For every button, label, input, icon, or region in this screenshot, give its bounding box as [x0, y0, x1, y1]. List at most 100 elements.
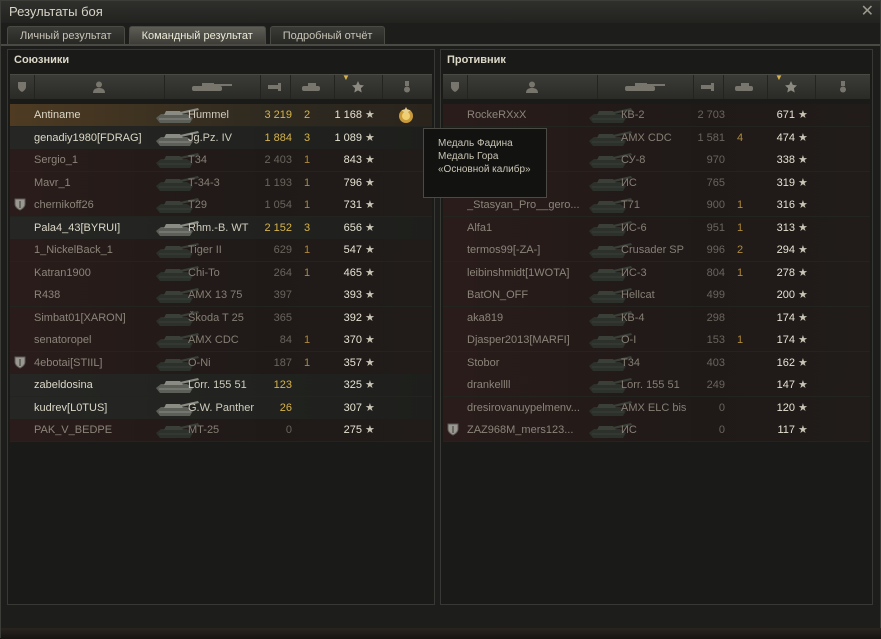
player-row[interactable]: dresirovanuypelmenv... AMX ELC bis 0 120 ★ [443, 396, 870, 420]
xp-star-icon: ★ [365, 356, 375, 369]
kills-column-header[interactable] [290, 75, 335, 99]
player-row[interactable]: PAK_V_BEDPE MT-25 0 275 ★ [10, 419, 432, 442]
player-name: RockeRXxX [467, 109, 527, 121]
tab-detailed-report[interactable]: Подробный отчёт [269, 26, 386, 45]
medal-column-header[interactable] [815, 75, 870, 99]
player-name: PAK_V_BEDPE [34, 424, 113, 436]
xp-value: 1 168 [334, 109, 362, 121]
vehicle-icon [192, 83, 232, 91]
tooltip-line: Медаль Фадина [438, 138, 513, 149]
player-row[interactable]: chernikoff26 T29 1 054 1 731 ★ [10, 194, 432, 217]
clan-column-header[interactable] [443, 75, 468, 99]
xp-star-icon: ★ [798, 356, 808, 369]
player-row[interactable]: R438 AMX 13 75 397 393 ★ [10, 284, 432, 307]
damage-value: 397 [273, 289, 292, 301]
damage-value: 765 [706, 176, 725, 189]
kills-value: 1 [303, 199, 311, 211]
xp-value: 656 [343, 221, 362, 234]
damage-value: 298 [706, 311, 725, 324]
player-name: Djasper2013[MARFI] [467, 334, 570, 346]
kills-column-header[interactable] [723, 75, 768, 99]
player-row[interactable]: zabeldosina Lorr. 155 51 123 325 ★ [10, 374, 432, 397]
damage-value: 264 [273, 266, 292, 279]
xp-star-icon: ★ [365, 289, 375, 301]
kills-value: 1 [303, 266, 311, 279]
tank-name: СУ-8 [621, 154, 646, 166]
xp-star-icon: ★ [798, 379, 808, 391]
player-row[interactable]: Stobor T34 403 162 ★ [443, 351, 870, 375]
kills-value: 1 [303, 334, 311, 346]
player-row[interactable]: Antiname Hummel 3 219 2 1 168 ★ [10, 104, 432, 127]
close-icon[interactable]: ✕ [861, 1, 874, 21]
player-name: Simbat01[XARON] [34, 311, 126, 324]
player-row[interactable]: Simbat01[XARON] Škoda T 25 365 392 ★ [10, 306, 432, 330]
damage-value: 3 219 [264, 109, 292, 121]
tank-name: Lorr. 155 51 [188, 379, 247, 391]
player-row[interactable]: Djasper2013[MARFI] О-I 153 1 174 ★ [443, 329, 870, 352]
player-row[interactable]: Katran1900 Chi-To 264 1 465 ★ [10, 261, 432, 285]
tank-name: ИС [621, 176, 637, 189]
tank-name: AMX CDC [621, 131, 672, 144]
player-name: BatON_OFF [467, 289, 529, 301]
xp-value: 120 [776, 401, 795, 414]
tank-name: AMX 13 75 [188, 289, 243, 301]
player-row[interactable]: leibinshmidt[1WOTA] ИС-3 804 1 278 ★ [443, 261, 870, 285]
damage-value: 900 [706, 199, 725, 211]
tank-name: О-I [621, 334, 637, 346]
player-name: Sergio_1 [34, 154, 79, 166]
medal-column-header[interactable] [382, 75, 432, 99]
player-row[interactable]: drankellll Lorr. 155 51 249 147 ★ [443, 374, 870, 397]
xp-value: 392 [343, 311, 362, 324]
medal-icon[interactable] [396, 105, 416, 125]
xp-value: 671 [776, 109, 795, 121]
player-row[interactable]: 1_NickelBack_1 Tiger II 629 1 547 ★ [10, 239, 432, 262]
player-name: Alfa1 [467, 221, 493, 234]
player-column-header[interactable] [34, 75, 165, 99]
player-name: ZAZ968M_mers123... [467, 424, 574, 436]
player-row[interactable]: Pala4_43[BYRUI] Rhm.-B. WT 2 152 3 656 ★ [10, 216, 432, 240]
player-row[interactable]: RockeRXxX КВ-2 2 703 671 ★ [443, 104, 870, 127]
player-row[interactable]: kudrev[L0TUS] G.W. Panther 26 307 ★ [10, 396, 432, 420]
title-bar[interactable]: Результаты боя ✕ [1, 1, 880, 23]
vehicle-column-header[interactable] [597, 75, 694, 99]
player-name: Stobor [467, 356, 500, 369]
tank-name: T71 [621, 199, 640, 211]
xp-value: 278 [776, 266, 795, 279]
damage-value: 2 703 [697, 109, 725, 121]
player-row[interactable]: BatON_OFF Hellcat 499 200 ★ [443, 284, 870, 307]
damage-icon [268, 83, 281, 91]
clan-column-header[interactable] [10, 75, 35, 99]
xp-value: 275 [343, 424, 362, 436]
player-name: Mavr_1 [34, 176, 71, 189]
damage-column-header[interactable] [260, 75, 291, 99]
tank-name: ИС-6 [621, 221, 647, 234]
tab-team-result[interactable]: Командный результат [128, 26, 266, 45]
player-column-header[interactable] [467, 75, 598, 99]
xp-column-header[interactable]: ▼ [334, 73, 383, 99]
kills-value: 1 [303, 154, 311, 166]
player-row[interactable]: ZAZ968M_mers123... ИС 0 117 ★ [443, 419, 870, 442]
tank-name: T-34-3 [188, 176, 220, 189]
player-row[interactable]: 4ebotai[STIIL] O-Ni 187 1 357 ★ [10, 351, 432, 375]
tank-name: ИС [621, 424, 637, 436]
player-name: Katran1900 [34, 266, 91, 279]
player-row[interactable]: Mavr_1 T-34-3 1 193 1 796 ★ [10, 171, 432, 195]
player-row[interactable]: senatoropel AMX CDC 84 1 370 ★ [10, 329, 432, 352]
kills-icon [302, 83, 320, 91]
damage-value: 1 193 [264, 176, 292, 189]
kills-value [733, 423, 747, 437]
player-name: kudrev[L0TUS] [34, 401, 108, 414]
kills-value: 1 [303, 356, 311, 369]
player-row[interactable]: genadiy1980[FDRAG] Jg.Pz. IV 1 884 3 1 089 ★ [10, 126, 432, 150]
allies-panel: Союзники ▼ Antiname Hummel 3 219 2 1 168… [7, 49, 435, 605]
player-row[interactable]: Sergio_1 T34 2 403 1 843 ★ [10, 149, 432, 172]
damage-value: 804 [706, 266, 725, 279]
tab-personal-result[interactable]: Личный результат [7, 26, 125, 45]
player-row[interactable]: aka819 КВ-4 298 174 ★ [443, 306, 870, 330]
player-row[interactable]: termos99[-ZA-] Crusader SP 996 2 294 ★ [443, 239, 870, 262]
xp-value: 465 [343, 266, 362, 279]
damage-column-header[interactable] [693, 75, 724, 99]
xp-column-header[interactable]: ▼ [767, 73, 816, 99]
player-row[interactable]: Alfa1 ИС-6 951 1 313 ★ [443, 216, 870, 240]
vehicle-column-header[interactable] [164, 75, 261, 99]
